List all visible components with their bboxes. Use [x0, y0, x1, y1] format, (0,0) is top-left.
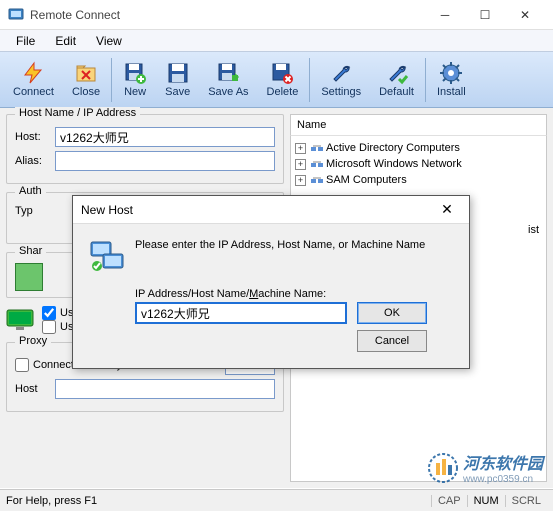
host-input[interactable]	[55, 127, 275, 147]
status-scrl: SCRL	[505, 495, 547, 507]
watermark-logo-icon	[428, 453, 458, 483]
floppy-icon	[166, 61, 190, 85]
dialog-title: New Host	[81, 203, 433, 217]
default-button[interactable]: Default	[370, 54, 423, 106]
floppy-arrow-icon	[216, 61, 240, 85]
proxy-connect-checkbox[interactable]	[15, 358, 29, 372]
list-header[interactable]: Name	[290, 114, 547, 136]
mirror-checkbox[interactable]	[42, 306, 56, 320]
toolbar-separator	[309, 58, 310, 102]
rdp-checkbox[interactable]	[42, 320, 56, 334]
tree-node[interactable]: + Microsoft Windows Network	[295, 156, 542, 172]
delete-button[interactable]: Delete	[258, 54, 308, 106]
host-label: Host:	[15, 131, 49, 143]
network-icon	[310, 141, 324, 155]
menu-file[interactable]: File	[6, 32, 45, 50]
menu-view[interactable]: View	[86, 32, 132, 50]
watermark-url: www.pc0359.cn	[463, 474, 543, 485]
computer-network-icon	[89, 238, 125, 274]
expander-icon[interactable]: +	[295, 159, 306, 170]
window-title: Remote Connect	[30, 8, 425, 22]
floppy-new-icon	[123, 61, 147, 85]
save-button[interactable]: Save	[156, 54, 199, 106]
monitor-icon	[6, 309, 34, 331]
wrench-check-icon	[385, 61, 409, 85]
toolbar-separator	[111, 58, 112, 102]
colorgrid-icon	[15, 263, 43, 291]
proxy-host-label: Host	[15, 383, 49, 395]
alias-label: Alias:	[15, 155, 49, 167]
title-bar: Remote Connect ─ ☐ ✕	[0, 0, 553, 30]
close-window-button[interactable]: ✕	[505, 1, 545, 29]
lightning-icon	[21, 61, 45, 85]
dialog-message: Please enter the IP Address, Host Name, …	[135, 238, 425, 274]
gear-icon	[439, 61, 463, 85]
status-help: For Help, press F1	[6, 495, 97, 507]
watermark-text: 河东软件园	[463, 450, 543, 474]
settings-button[interactable]: Settings	[312, 54, 370, 106]
toolbar: Connect Close New Save Save As Delete Se…	[0, 52, 553, 108]
menu-bar: File Edit View	[0, 30, 553, 52]
install-button[interactable]: Install	[428, 54, 475, 106]
expander-icon[interactable]: +	[295, 143, 306, 154]
proxy-host-input[interactable]	[55, 379, 275, 399]
tree-node[interactable]: + SAM Computers	[295, 172, 542, 188]
auth-type-label: Typ	[15, 205, 39, 217]
alias-input[interactable]	[55, 151, 275, 171]
dialog-cancel-button[interactable]: Cancel	[357, 330, 427, 352]
network-icon	[310, 157, 324, 171]
connect-button[interactable]: Connect	[4, 54, 63, 106]
auth-legend: Auth	[15, 185, 46, 197]
dialog-titlebar: New Host ✕	[73, 196, 469, 224]
list-fragment: ist	[528, 224, 539, 236]
watermark: 河东软件园 www.pc0359.cn	[428, 450, 543, 485]
status-bar: For Help, press F1 CAP NUM SCRL	[0, 489, 553, 511]
app-icon	[8, 7, 24, 23]
toolbar-separator	[425, 58, 426, 102]
close-folder-icon	[74, 61, 98, 85]
wrench-icon	[329, 61, 353, 85]
new-host-dialog: New Host ✕ Please enter the IP Address, …	[72, 195, 470, 369]
hostaddr-group: Host Name / IP Address Host: Alias:	[6, 114, 284, 184]
status-num: NUM	[467, 495, 505, 507]
network-icon	[310, 173, 324, 187]
close-button[interactable]: Close	[63, 54, 109, 106]
proxy-legend: Proxy	[15, 335, 51, 347]
dialog-field-label: IP Address/Host Name/Machine Name:	[135, 288, 453, 300]
dialog-ok-button[interactable]: OK	[357, 302, 427, 324]
minimize-button[interactable]: ─	[425, 1, 465, 29]
expander-icon[interactable]: +	[295, 175, 306, 186]
dialog-close-button[interactable]: ✕	[433, 199, 461, 221]
tree-node[interactable]: + Active Directory Computers	[295, 140, 542, 156]
hostaddr-legend: Host Name / IP Address	[15, 107, 140, 119]
menu-edit[interactable]: Edit	[45, 32, 86, 50]
saveas-button[interactable]: Save As	[199, 54, 257, 106]
status-cap: CAP	[431, 495, 467, 507]
dialog-machine-input[interactable]	[135, 302, 347, 324]
floppy-delete-icon	[270, 61, 294, 85]
new-button[interactable]: New	[114, 54, 156, 106]
maximize-button[interactable]: ☐	[465, 1, 505, 29]
share-legend: Shar	[15, 245, 46, 257]
